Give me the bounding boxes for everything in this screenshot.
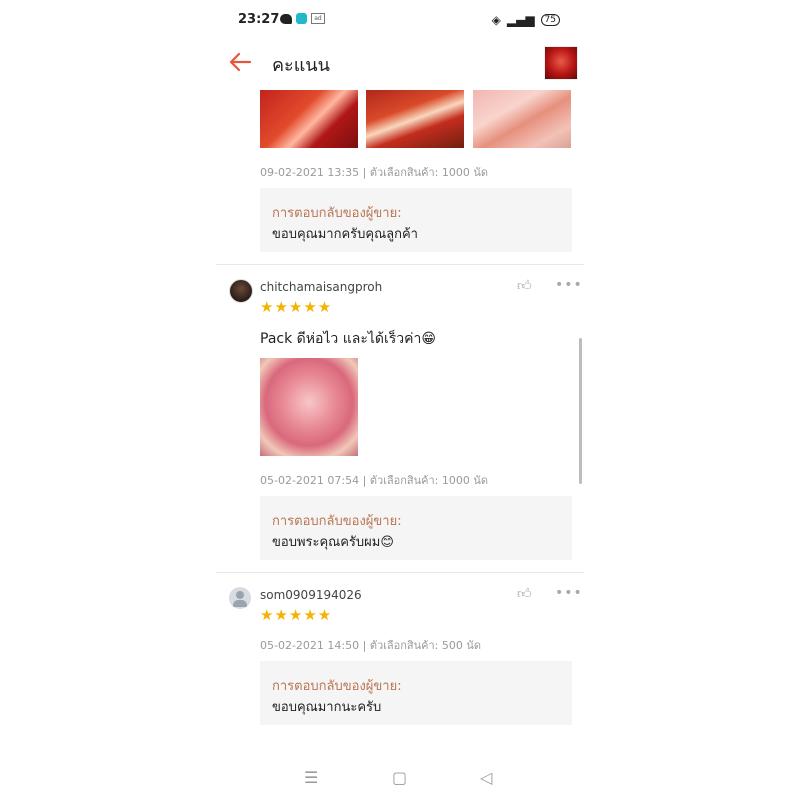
more-dots-icon[interactable]: ••• <box>555 586 583 600</box>
notification-icons: ad <box>280 13 325 24</box>
thumbs-up-icon[interactable]: 👍︎ <box>517 279 533 293</box>
system-nav-bar: ☰ ▢ ◁ <box>216 764 584 794</box>
star-rating: ★★★★★ <box>260 606 333 624</box>
seller-reply-text: ขอบพระคุณครับผม😊 <box>272 535 394 550</box>
battery-icon: 75 <box>540 14 560 26</box>
seller-reply-text: ขอบคุณมากครับคุณลูกค้า <box>272 227 418 242</box>
avatar[interactable] <box>229 587 251 609</box>
thumbs-up-icon[interactable]: 👍︎ <box>517 587 533 601</box>
review-meta: 05-02-2021 07:54 | ตัวเลือกสินค้า: 1000 … <box>260 474 489 487</box>
system-icons: ◈ ▂▄▆ 75 <box>492 13 560 27</box>
review-meta: 05-02-2021 14:50 | ตัวเลือกสินค้า: 500 น… <box>260 639 482 652</box>
status-time: 23:27 <box>238 12 280 27</box>
signal-icon: ▂▄▆ <box>506 13 535 27</box>
ad-box-icon: ad <box>311 13 325 24</box>
recent-apps-icon[interactable]: ☰ <box>304 768 318 787</box>
app-notification-icon <box>296 13 307 24</box>
review-photo[interactable] <box>473 90 571 148</box>
more-dots-icon[interactable]: ••• <box>555 278 583 292</box>
phone-screen: 23:27 ad ◈ ▂▄▆ 75 คะแนน 09-02-2021 13:35… <box>216 0 584 800</box>
seller-reply: การตอบกลับของผู้ขาย: ขอบคุณมากนะครับ <box>260 661 572 725</box>
status-bar: 23:27 ad ◈ ▂▄▆ 75 <box>216 10 584 34</box>
review-photo[interactable] <box>260 358 358 456</box>
review-username[interactable]: chitchamaisangproh <box>260 280 382 294</box>
divider <box>216 264 584 265</box>
seller-reply-label: การตอบกลับของผู้ขาย: <box>272 514 402 529</box>
seller-reply-label: การตอบกลับของผู้ขาย: <box>272 679 402 694</box>
review-photo[interactable] <box>260 90 358 148</box>
product-thumbnail[interactable] <box>544 46 578 80</box>
divider <box>216 572 584 573</box>
app-bar: คะแนน <box>216 40 584 84</box>
star-rating: ★★★★★ <box>260 298 333 316</box>
arrow-left-icon[interactable] <box>226 48 254 76</box>
scrollbar[interactable] <box>579 338 582 484</box>
twitter-icon <box>280 13 292 24</box>
seller-reply-text: ขอบคุณมากนะครับ <box>272 700 382 715</box>
review-username[interactable]: som0909194026 <box>260 588 362 602</box>
review-text: Pack ดีห่อไว และได้เร็วค่า😁 <box>260 331 436 347</box>
seller-reply-label: การตอบกลับของผู้ขาย: <box>272 206 402 221</box>
vibrate-icon: ◈ <box>491 13 501 27</box>
review-photo[interactable] <box>366 90 464 148</box>
avatar[interactable] <box>229 279 253 303</box>
back-triangle-icon[interactable]: ◁ <box>480 768 492 787</box>
seller-reply: การตอบกลับของผู้ขาย: ขอบพระคุณครับผม😊 <box>260 496 572 560</box>
review-meta: 09-02-2021 13:35 | ตัวเลือกสินค้า: 1000 … <box>260 166 489 179</box>
seller-reply: การตอบกลับของผู้ขาย: ขอบคุณมากครับคุณลูก… <box>260 188 572 252</box>
home-icon[interactable]: ▢ <box>392 768 407 787</box>
review-photos <box>260 90 590 150</box>
page-title: คะแนน <box>272 55 330 76</box>
